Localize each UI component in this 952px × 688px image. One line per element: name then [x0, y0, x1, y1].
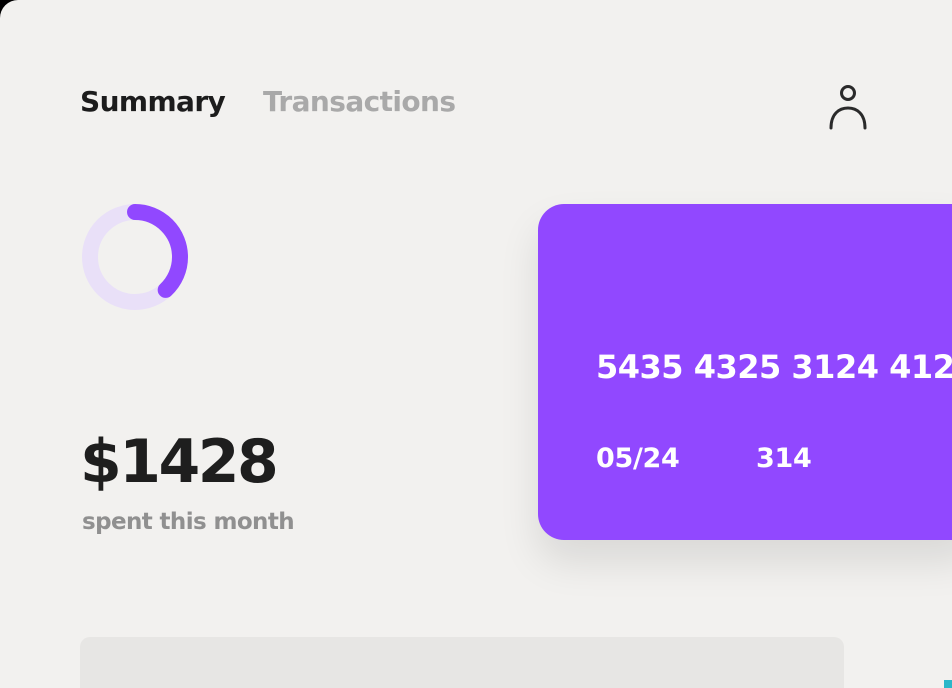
- card-number: 5435 4325 3124 4123: [596, 348, 952, 386]
- spent-amount: $1428: [80, 427, 279, 497]
- card-expiry: 05/24: [596, 443, 680, 474]
- tab-summary[interactable]: Summary: [80, 84, 226, 120]
- bottom-panel: [80, 637, 844, 688]
- card-cvv: 314: [756, 443, 812, 474]
- user-icon[interactable]: [826, 84, 870, 130]
- spending-progress-ring: [82, 204, 188, 310]
- corner-mark: [944, 680, 952, 688]
- payment-card[interactable]: 5435 4325 3124 4123 05/24 314: [538, 204, 952, 540]
- tab-transactions[interactable]: Transactions: [263, 84, 456, 120]
- spent-caption: spent this month: [82, 509, 295, 535]
- app-window: Summary Transactions $1428 spent this mo…: [0, 0, 952, 688]
